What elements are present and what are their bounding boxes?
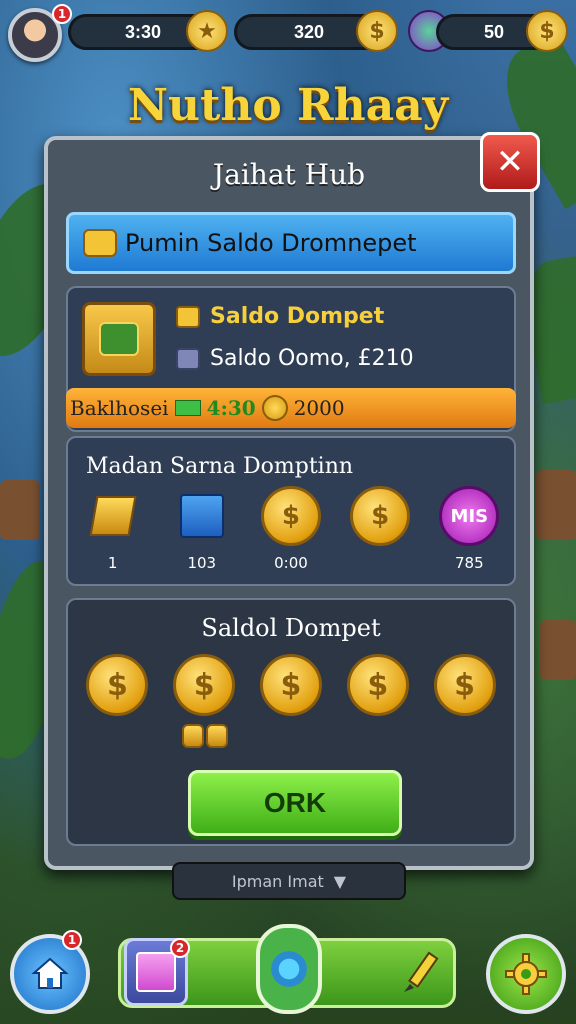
coins-title: Saldol Dompet bbox=[201, 614, 381, 642]
menu-item-label: 1 bbox=[107, 554, 118, 572]
wallet-title-row: Saldo Dompet bbox=[176, 304, 384, 329]
menu-item-coin-2[interactable]: $ bbox=[340, 486, 420, 572]
game-title: Nutho Rhaay bbox=[127, 80, 449, 131]
star-icon[interactable]: ★ bbox=[186, 10, 228, 52]
coin-icon: $ bbox=[350, 486, 411, 546]
add-gem-icon[interactable]: $ bbox=[526, 10, 568, 52]
shop-notification-badge: 2 bbox=[170, 938, 190, 958]
coin-stack-icon bbox=[182, 724, 228, 748]
coin-icon[interactable]: $ bbox=[173, 654, 236, 716]
wallet-title: Saldo Dompet bbox=[210, 304, 385, 329]
coin-icon: $ bbox=[260, 486, 321, 546]
cash-icon bbox=[174, 400, 201, 416]
menu-item-label: 103 bbox=[187, 554, 217, 572]
wallet-banner[interactable]: Pumin Saldo Dromnepet bbox=[66, 212, 516, 274]
close-button[interactable]: ✕ bbox=[480, 132, 540, 192]
silver-bag-icon bbox=[176, 347, 200, 370]
wallet-sub: Saldo Oomo, £210 bbox=[210, 346, 414, 371]
battle-orb-button[interactable] bbox=[256, 924, 322, 1014]
home-notification-badge: 1 bbox=[62, 930, 82, 950]
avatar-notification-badge: 1 bbox=[52, 4, 72, 24]
dropdown-label[interactable]: Ipman Imat ▼ bbox=[172, 862, 406, 900]
wallet-banner-label: Pumin Saldo Dromnepet bbox=[125, 229, 417, 257]
coin-icon[interactable]: $ bbox=[259, 654, 322, 716]
blue-counter-value: 320 bbox=[293, 21, 325, 42]
menu-panel: Madan Sarna Domptinn 1 103 $ 0:00 $ MIS … bbox=[66, 436, 516, 586]
gem-icon: MIS bbox=[439, 486, 500, 546]
hut-right bbox=[536, 470, 576, 540]
home-icon bbox=[31, 957, 69, 989]
wallet-gold-icon bbox=[82, 302, 156, 376]
wallet-icon bbox=[83, 229, 117, 257]
gold-bar-icon bbox=[83, 486, 143, 546]
gold-bars-icon bbox=[176, 305, 200, 328]
coin-icon[interactable]: $ bbox=[86, 654, 149, 716]
menu-item-label: 785 bbox=[455, 554, 484, 572]
balance-value-cash: 4:30 bbox=[206, 396, 256, 420]
shop-icon bbox=[136, 952, 176, 992]
balance-value-coins: 2000 bbox=[293, 396, 345, 420]
gold-counter-value: 3:30 bbox=[124, 21, 162, 42]
wallet-hub-modal: Jaihat Hub ✕ Pumin Saldo Dromnepet Saldo… bbox=[44, 132, 540, 870]
chevron-down-icon: ▼ bbox=[333, 871, 347, 891]
coin-icon bbox=[261, 395, 288, 421]
pencil-icon[interactable] bbox=[396, 948, 446, 998]
modal-title: Jaihat Hub bbox=[212, 158, 366, 191]
menu-item-gem[interactable]: MIS 785 bbox=[429, 486, 509, 572]
hut-right-lower bbox=[540, 620, 576, 680]
wallet-sub-row: Saldo Oomo, £210 bbox=[176, 346, 414, 371]
coin-icon[interactable]: $ bbox=[346, 654, 409, 716]
ok-button[interactable]: ORK bbox=[188, 770, 402, 836]
menu-item-gift[interactable]: 103 bbox=[162, 486, 242, 572]
top-hud: 1 3:30 ★ 320 $ 50 $ bbox=[6, 4, 570, 62]
dropdown-label-text: Ipman Imat bbox=[231, 871, 324, 891]
menu-item-gold-bar[interactable]: 1 bbox=[73, 486, 153, 572]
menu-item-coin-1[interactable]: $ 0:00 bbox=[251, 486, 331, 572]
balance-bar: Baklhosei 4:30 2000 bbox=[66, 388, 516, 428]
menu-items: 1 103 $ 0:00 $ MIS 785 bbox=[68, 486, 514, 572]
coin-row: $ $ $ $ $ bbox=[68, 654, 514, 716]
gift-box-icon bbox=[172, 486, 232, 546]
coin-icon[interactable]: $ bbox=[433, 654, 496, 716]
gear-icon bbox=[505, 953, 547, 995]
coins-panel: Saldol Dompet $ $ $ $ $ ORK bbox=[66, 598, 516, 846]
add-coin-icon[interactable]: $ bbox=[356, 10, 398, 52]
balance-bar-label: Baklhosei bbox=[70, 396, 169, 420]
settings-button[interactable] bbox=[486, 934, 566, 1014]
menu-title: Madan Sarna Domptinn bbox=[86, 454, 354, 479]
gem-counter-value: 50 bbox=[483, 21, 505, 42]
wallet-balance-panel: Saldo Dompet Saldo Oomo, £210 Baklhosei … bbox=[66, 286, 516, 432]
menu-item-label: 0:00 bbox=[274, 554, 308, 572]
hut-left bbox=[0, 480, 40, 540]
